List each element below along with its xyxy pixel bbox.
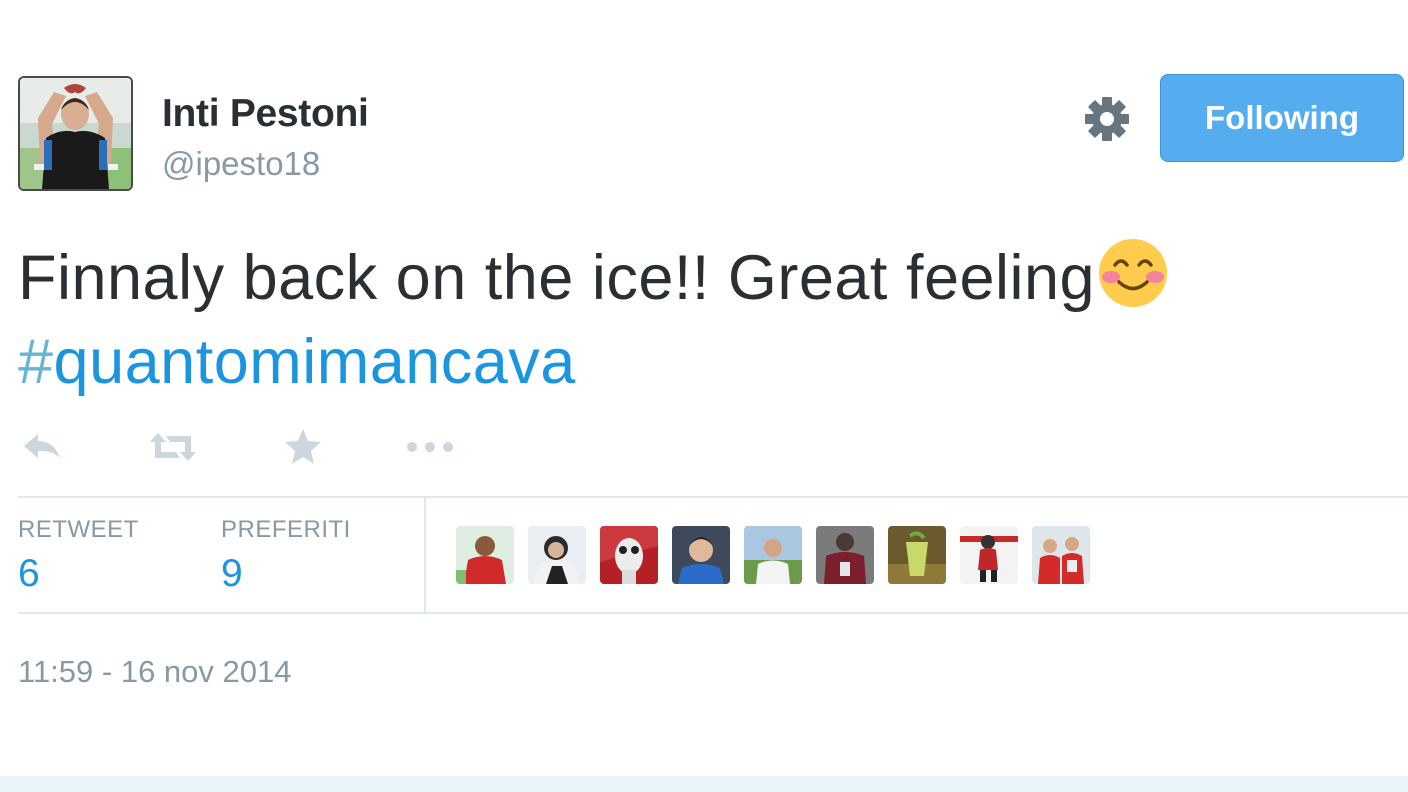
tweet-timestamp[interactable]: 11:59 - 16 nov 2014 bbox=[18, 654, 291, 690]
favorites-stat-label[interactable]: PREFERITI bbox=[221, 516, 351, 544]
favoriter-avatar[interactable] bbox=[528, 526, 586, 584]
favoriter-avatar[interactable] bbox=[888, 526, 946, 584]
tweet-text: Finnaly back on the ice!! Great feeling … bbox=[18, 236, 1388, 404]
favoriter-avatar[interactable] bbox=[456, 526, 514, 584]
reply-icon[interactable] bbox=[18, 422, 68, 472]
stats-top-divider bbox=[18, 496, 1408, 498]
more-icon[interactable] bbox=[404, 422, 456, 472]
favoriter-avatar[interactable] bbox=[816, 526, 874, 584]
favoriter-avatar[interactable] bbox=[960, 526, 1018, 584]
stats-vertical-divider bbox=[424, 498, 426, 612]
favoriter-avatar[interactable] bbox=[600, 526, 658, 584]
retweet-stat-label[interactable]: RETWEET bbox=[18, 516, 139, 544]
favoriter-avatar[interactable] bbox=[1032, 526, 1090, 584]
hashtag-text: quantomimancava bbox=[53, 327, 576, 397]
hashtag-symbol: # bbox=[18, 327, 54, 397]
avatar[interactable] bbox=[18, 76, 133, 191]
user-handle[interactable]: @ipesto18 bbox=[162, 145, 320, 183]
tweet-text-line: Finnaly back on the ice!! Great feeling bbox=[18, 236, 1388, 320]
tweet-text-main: Finnaly back on the ice!! Great feeling bbox=[18, 243, 1096, 313]
favoriter-avatar[interactable] bbox=[672, 526, 730, 584]
star-icon[interactable] bbox=[280, 422, 326, 472]
favoriter-avatar[interactable] bbox=[744, 526, 802, 584]
reply-area-bar bbox=[0, 776, 1408, 792]
retweet-icon[interactable] bbox=[146, 422, 200, 472]
following-button[interactable]: Following bbox=[1160, 74, 1404, 162]
smiling-face-emoji-icon bbox=[1097, 237, 1169, 309]
tweet-actions bbox=[18, 422, 518, 472]
retweet-stat-count[interactable]: 6 bbox=[18, 552, 40, 596]
stats-bottom-divider bbox=[18, 612, 1408, 614]
favorites-stat-count[interactable]: 9 bbox=[221, 552, 243, 596]
hashtag-link[interactable]: #quantomimancava bbox=[18, 327, 576, 397]
gear-icon[interactable] bbox=[1082, 94, 1132, 144]
hashtag-line: #quantomimancava bbox=[18, 320, 1388, 404]
user-name[interactable]: Inti Pestoni bbox=[162, 92, 369, 136]
